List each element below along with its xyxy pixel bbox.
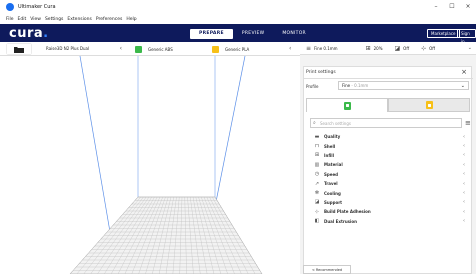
menu-settings[interactable]: Settings: [45, 17, 63, 22]
menu-bar: File Edit View Settings Extensions Prefe…: [0, 14, 476, 24]
category-cooling[interactable]: ✻ Cooling ‹: [310, 188, 467, 197]
support-summary: ◪ Off: [394, 44, 410, 52]
menu-help[interactable]: Help: [126, 17, 136, 22]
chevron-left-icon: ‹: [463, 199, 465, 206]
chevron-down-icon: ⌄: [460, 83, 465, 89]
app-header: cura. PREPARE PREVIEW MONITOR Marketplac…: [0, 24, 476, 44]
menu-file[interactable]: File: [6, 17, 14, 22]
marketplace-button[interactable]: Marketplace: [427, 29, 460, 38]
extruder-2-tab[interactable]: [388, 98, 470, 112]
cura-logo: cura.: [9, 26, 49, 41]
settings-menu-icon[interactable]: ≡: [465, 118, 471, 128]
sign-in-button[interactable]: Sign in: [457, 29, 476, 44]
printer-selector[interactable]: Raise3D N2 Plus Dual ‹: [34, 44, 126, 54]
quality-icon: ≡: [306, 44, 312, 52]
adhesion-icon: ⊹: [314, 208, 320, 215]
cura-app-icon: [6, 3, 14, 11]
divider: [304, 78, 473, 79]
extruder-2-material: Generic PLA: [225, 46, 250, 52]
menu-edit[interactable]: Edit: [18, 17, 27, 22]
cooling-icon: ✻: [314, 190, 320, 197]
support-icon: ◪: [394, 44, 401, 52]
chevron-left-icon: ‹: [463, 208, 465, 215]
category-material[interactable]: ▥ Material ‹: [310, 160, 467, 169]
search-settings-input[interactable]: ⌕ Search settings: [310, 118, 462, 128]
chevron-down-icon: ⌄: [467, 45, 472, 51]
infill-icon: ⊞: [314, 152, 320, 159]
chevron-left-icon: ‹: [463, 171, 465, 178]
folder-icon: [14, 46, 24, 53]
extruder-2-icon: [425, 101, 433, 109]
profile-summary: ≡ Fine 0.1mm: [306, 44, 338, 52]
menu-view[interactable]: View: [30, 17, 41, 22]
tab-prepare[interactable]: PREPARE: [190, 29, 233, 39]
right-panel: ≡ Fine 0.1mm ⊞ 20% ◪ Off ⊹ Off ⌄ Print s…: [300, 42, 476, 274]
minimize-button[interactable]: –: [428, 0, 444, 14]
adhesion-icon: ⊹: [421, 44, 427, 52]
3d-viewport[interactable]: Raise3D N2 Plus Dual ‹ Generic ABS Gener…: [0, 42, 300, 274]
chevron-left-icon: ‹: [463, 180, 465, 187]
extruder-tabs: [306, 98, 470, 112]
chevron-left-icon: ‹: [463, 143, 465, 150]
close-icon[interactable]: ×: [461, 68, 467, 76]
maximize-button[interactable]: ☐: [444, 0, 460, 14]
chevron-left-icon: ‹: [463, 152, 465, 159]
print-settings-summary[interactable]: ≡ Fine 0.1mm ⊞ 20% ◪ Off ⊹ Off ⌄: [300, 42, 476, 55]
extruder-1-tab[interactable]: [306, 98, 388, 112]
panel-title: Print settings: [306, 70, 336, 75]
extruder-2-icon: [212, 45, 219, 53]
print-settings-panel: Print settings × Profile Fine - 0.1mm ⌄ …: [303, 66, 473, 274]
window-title: Ultimaker Cura: [18, 4, 56, 10]
chevron-left-icon: ‹: [463, 161, 465, 168]
open-file-button[interactable]: [7, 44, 31, 54]
menu-extensions[interactable]: Extensions: [67, 17, 91, 22]
extruder-1-icon: [135, 45, 142, 53]
profile-label: Profile: [306, 84, 319, 89]
category-speed[interactable]: ◷ Speed ‹: [310, 170, 467, 179]
dual-extrusion-icon: ◧: [314, 218, 320, 225]
window-controls: – ☐ ×: [428, 0, 476, 14]
infill-icon: ⊞: [365, 44, 371, 52]
settings-category-list: ▬ Quality ‹ ⊓ Shell ‹ ⊞ Infill ‹ ▥ Material ‹ ◷ S…: [310, 132, 467, 226]
category-shell[interactable]: ⊓ Shell ‹: [310, 141, 467, 150]
category-travel[interactable]: ↗ Travel ‹: [310, 179, 467, 188]
tab-monitor[interactable]: MONITOR: [273, 29, 315, 39]
category-build-plate-adhesion[interactable]: ⊹ Build Plate Adhesion ‹: [310, 207, 467, 216]
extruder-1-selector[interactable]: Generic ABS: [135, 44, 173, 54]
close-button[interactable]: ×: [460, 0, 476, 14]
material-icon: ▥: [314, 161, 320, 168]
shell-icon: ⊓: [315, 143, 319, 150]
infill-summary: ⊞ 20%: [365, 44, 383, 52]
menu-preferences[interactable]: Preferences: [96, 17, 122, 22]
extruder-1-icon: [343, 101, 351, 110]
tab-preview[interactable]: PREVIEW: [233, 29, 273, 39]
category-dual-extrusion[interactable]: ◧ Dual Extrusion ‹: [310, 217, 467, 226]
quality-icon: ▬: [314, 133, 320, 140]
category-support[interactable]: ◪ Support ‹: [310, 198, 467, 207]
support-icon: ◪: [314, 199, 320, 206]
printer-bar: Raise3D N2 Plus Dual ‹ Generic ABS Gener…: [0, 42, 300, 56]
build-volume: [69, 55, 263, 274]
adhesion-summary: ⊹ Off: [421, 44, 436, 52]
travel-icon: ↗: [314, 180, 320, 187]
profile-dropdown[interactable]: Fine - 0.1mm ⌄: [338, 81, 469, 90]
recommended-mode-button[interactable]: < Recommended: [303, 265, 351, 274]
printer-name: Raise3D N2 Plus Dual: [46, 46, 90, 51]
chevron-left-icon: ‹: [463, 190, 465, 197]
chevron-left-icon: ‹: [119, 45, 122, 52]
search-icon: ⌕: [313, 120, 316, 126]
chevron-left-icon: ‹: [463, 218, 465, 225]
extruder-1-material: Generic ABS: [148, 46, 173, 52]
speed-icon: ◷: [314, 171, 320, 178]
title-bar: Ultimaker Cura – ☐ ×: [0, 0, 476, 14]
extruder-2-selector[interactable]: Generic PLA: [212, 44, 249, 54]
chevron-left-icon: ‹: [463, 133, 465, 140]
stage-tabs: PREPARE PREVIEW MONITOR: [190, 29, 315, 39]
category-infill[interactable]: ⊞ Infill ‹: [310, 151, 467, 160]
category-quality[interactable]: ▬ Quality ‹: [310, 132, 467, 141]
chevron-left-icon[interactable]: ‹: [289, 42, 291, 56]
